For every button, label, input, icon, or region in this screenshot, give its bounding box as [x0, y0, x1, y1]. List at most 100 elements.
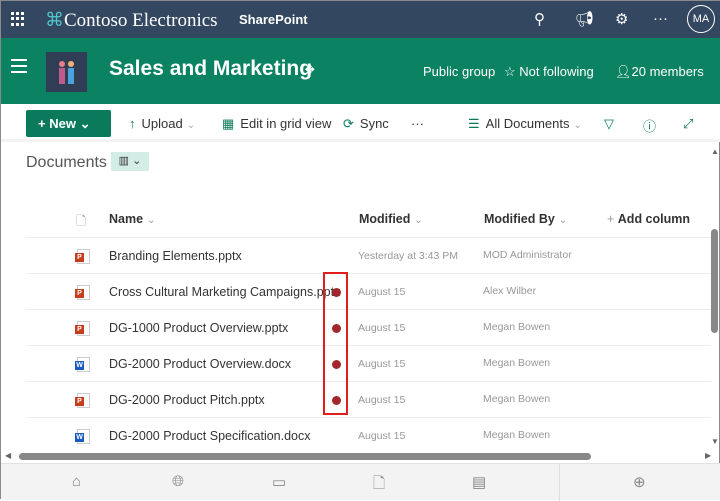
add-icon[interactable]: ⊕ — [633, 473, 646, 491]
home-icon[interactable]: ⌂ — [72, 473, 81, 490]
table-row[interactable]: P Cross Cultural Marketing Campaigns.ppt… — [26, 273, 711, 309]
follow-button[interactable]: ☆ Not following — [504, 64, 594, 80]
table-row[interactable]: P DG-2000 Product Pitch.pptx August 15 M… — [26, 381, 711, 417]
word-file-icon: W — [75, 357, 90, 372]
powerpoint-file-icon: P — [75, 321, 90, 336]
scroll-up-icon[interactable]: ▲ — [711, 147, 719, 156]
table-row[interactable]: W DG-2000 Product Overview.docx August 1… — [26, 345, 711, 381]
brand-name: Contoso Electronics — [64, 10, 218, 31]
scroll-left-icon[interactable]: ◀ — [5, 451, 11, 460]
chevron-down-icon: ⌄ — [132, 155, 142, 167]
filter-icon[interactable]: ▽ — [604, 116, 614, 132]
modified-date: August 15 — [358, 394, 406, 406]
teams-icon[interactable]: ❖ — [304, 62, 316, 78]
chevron-down-icon: ⌄ — [414, 215, 423, 226]
modified-by: MOD Administrator — [483, 249, 572, 261]
chevron-down-icon: ⌄ — [147, 215, 156, 226]
library-view-switcher[interactable]: ▥ ⌄ — [111, 152, 149, 171]
powerpoint-file-icon: P — [75, 249, 90, 264]
scroll-right-icon[interactable]: ▶ — [705, 451, 711, 460]
settings-icon[interactable]: ⚙ — [615, 10, 628, 28]
upload-button[interactable]: ↑ Upload ⌄ — [129, 116, 195, 131]
app-name[interactable]: SharePoint — [239, 12, 308, 27]
follow-label: Not following — [519, 64, 594, 79]
modified-by: Megan Bowen — [483, 393, 551, 405]
expand-icon[interactable]: ⤢ — [683, 116, 693, 132]
file-name[interactable]: DG-2000 Product Overview.docx — [109, 357, 291, 371]
more-icon[interactable]: ··· — [653, 10, 668, 27]
file-name[interactable]: DG-2000 Product Specification.docx — [109, 429, 311, 443]
add-column-button[interactable]: + Add column — [607, 212, 690, 226]
list-icon[interactable]: ▤ — [472, 473, 486, 491]
chevron-down-icon: ⌄ — [558, 215, 568, 226]
members-button[interactable]: 👤︎20 members — [615, 64, 704, 80]
chevron-down-icon: ⌄ — [186, 120, 196, 131]
modified-by: Megan Bowen — [483, 429, 551, 441]
modified-by: Megan Bowen — [483, 321, 551, 333]
app-launcher-icon[interactable] — [11, 12, 25, 26]
chevron-down-icon: ⌄ — [79, 116, 91, 131]
scroll-down-icon[interactable]: ▼ — [711, 437, 719, 446]
megaphone-icon[interactable]: 📢︎ — [575, 10, 594, 28]
new-button[interactable]: + New ⌄ — [26, 110, 111, 137]
modified-by: Megan Bowen — [483, 357, 551, 369]
modified-by: Alex Wilber — [483, 285, 537, 297]
members-label: 20 members — [631, 64, 704, 79]
modified-date: August 15 — [358, 322, 406, 334]
table-row[interactable]: W DG-2000 Product Specification.docx Aug… — [26, 417, 711, 453]
highlight-box — [323, 272, 348, 415]
grid-view-button[interactable]: ▦ Edit in grid view — [222, 116, 331, 132]
chevron-down-icon: ⌄ — [573, 120, 582, 131]
modified-date: August 15 — [358, 430, 406, 442]
word-file-icon: W — [75, 429, 90, 444]
file-type-icon[interactable]: 🗋︎ — [76, 212, 86, 233]
modified-date: Yesterday at 3:43 PM — [358, 250, 459, 262]
grid-icon: ▦ — [222, 116, 235, 131]
file-name[interactable]: Cross Cultural Marketing Campaigns.pptx — [109, 285, 340, 299]
star-icon: ☆ — [504, 64, 520, 79]
search-icon[interactable]: ⚲ — [534, 10, 545, 28]
powerpoint-file-icon: P — [75, 393, 90, 408]
modified-date: August 15 — [358, 286, 406, 298]
view-list-icon: ☰ — [468, 116, 480, 131]
table-row[interactable]: P DG-1000 Product Overview.pptx August 1… — [26, 309, 711, 345]
menu-icon[interactable] — [11, 59, 27, 77]
file-name[interactable]: DG-2000 Product Pitch.pptx — [109, 393, 265, 407]
upload-label: Upload — [141, 116, 183, 131]
info-icon[interactable]: ⓘ — [643, 116, 656, 135]
more-commands-button[interactable]: ··· — [411, 116, 424, 131]
vertical-scrollbar[interactable] — [711, 229, 718, 333]
site-header: Sales and Marketing ❖ Public group ☆ Not… — [1, 38, 720, 104]
column-modified[interactable]: Modified ⌄ — [359, 212, 423, 226]
privacy-label: Public group — [423, 64, 496, 79]
horizontal-scrollbar[interactable] — [19, 453, 591, 460]
view-label: All Documents — [485, 116, 570, 131]
plus-icon: + — [38, 116, 50, 131]
column-modified-by[interactable]: Modified By ⌄ — [484, 212, 567, 226]
bottom-nav: ⌂ 🌐︎ ▭ 🗋︎ ▤ ⊕ — [1, 463, 720, 501]
sync-button[interactable]: ⟳ Sync — [343, 116, 389, 132]
file-name[interactable]: DG-1000 Product Overview.pptx — [109, 321, 288, 335]
command-bar: + New ⌄ ↑ Upload ⌄ ▦ Edit in grid view ⟳ Syn… — [1, 104, 720, 142]
site-logo[interactable] — [46, 52, 87, 92]
globe-icon[interactable]: 🌐︎ — [172, 473, 184, 490]
news-icon[interactable]: ▭ — [272, 473, 286, 491]
sync-label: Sync — [359, 116, 389, 131]
table-row[interactable]: P Branding Elements.pptx Yesterday at 3:… — [26, 237, 711, 273]
view-selector[interactable]: ☰ All Documents ⌄ — [468, 116, 582, 132]
site-title[interactable]: Sales and Marketing — [109, 57, 312, 81]
new-label: New — [49, 116, 76, 131]
sync-icon: ⟳ — [343, 116, 354, 131]
avatar[interactable]: MA — [687, 5, 715, 33]
column-name-label: Name — [109, 212, 144, 226]
file-name[interactable]: Branding Elements.pptx — [109, 249, 242, 263]
brand-logo[interactable]: ⌘Contoso Electronics — [45, 9, 218, 32]
powerpoint-file-icon: P — [75, 285, 90, 300]
modified-date: August 15 — [358, 358, 406, 370]
suite-bar: ⌘Contoso Electronics SharePoint ⚲ 📢︎ ⚙ ·… — [1, 1, 720, 38]
upload-icon: ↑ — [129, 116, 136, 131]
column-name[interactable]: Name ⌄ — [109, 212, 155, 226]
add-column-label: Add column — [617, 212, 690, 226]
document-icon[interactable]: 🗋︎ — [373, 473, 385, 498]
column-modified-by-label: Modified By — [484, 212, 555, 226]
